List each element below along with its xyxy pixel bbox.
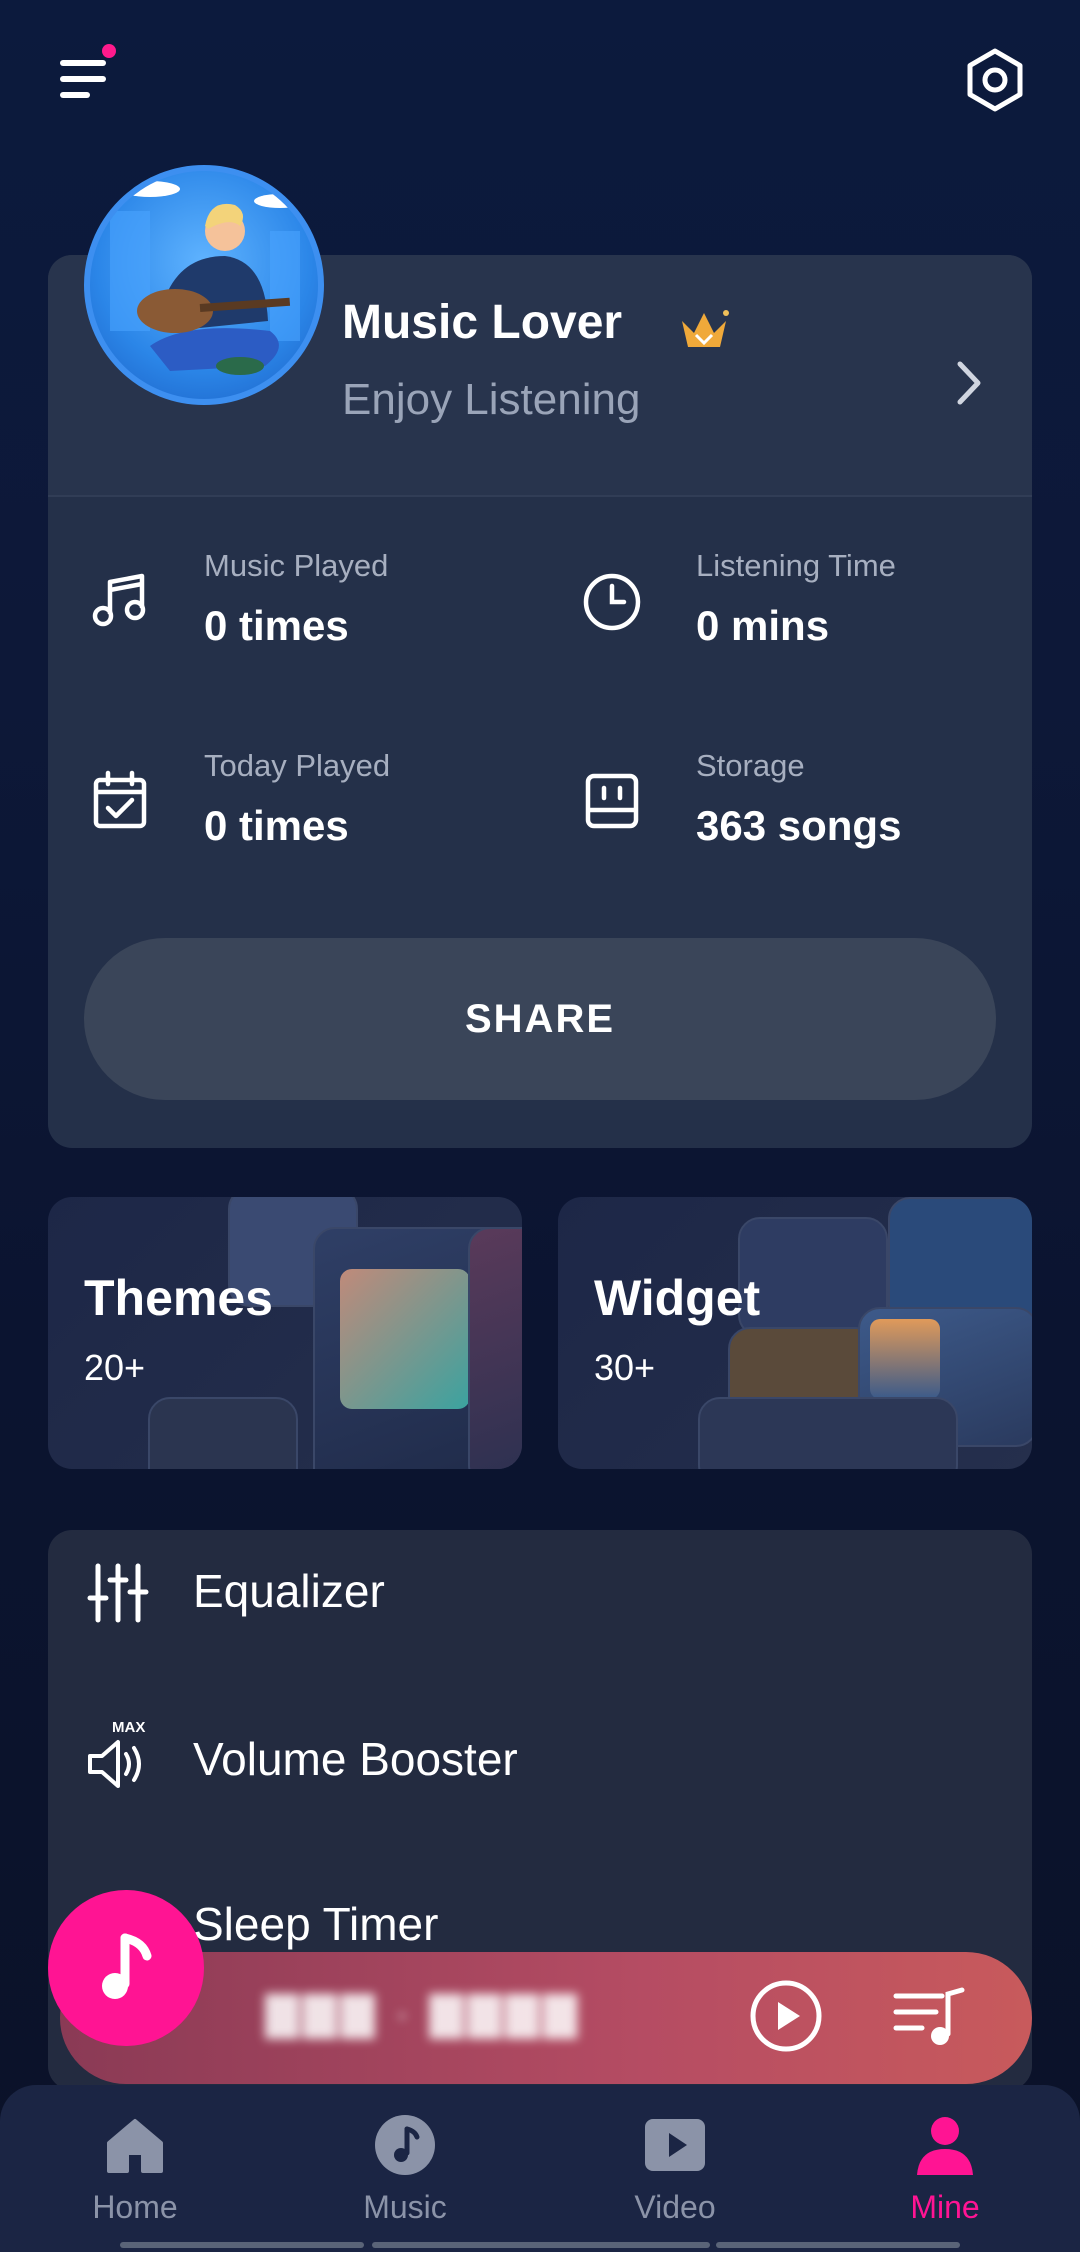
equalizer-icon	[87, 1563, 149, 1623]
stat-label: Listening Time	[696, 548, 896, 583]
stat-value: 0 times	[204, 802, 349, 849]
gesture-bar	[120, 2242, 364, 2248]
nav-label: Video	[634, 2189, 716, 2225]
equalizer-row[interactable]: Equalizer	[48, 1530, 1032, 1660]
stat-listening-time	[580, 568, 644, 637]
menu-icon-line	[60, 76, 106, 82]
volume-booster-row[interactable]: MAX Volume Booster	[48, 1698, 1032, 1828]
stat-storage	[580, 768, 644, 837]
feature-title: Widget	[594, 1270, 761, 1326]
feature-title: Themes	[84, 1270, 273, 1326]
menu-button[interactable]	[50, 40, 120, 110]
widget-card[interactable]: Widget 30+	[558, 1197, 1032, 1469]
stat-label: Storage	[696, 748, 805, 783]
storage-icon	[585, 773, 639, 829]
music-note-icon	[92, 573, 146, 627]
stat-today-played	[88, 768, 152, 837]
play-icon[interactable]	[748, 1978, 824, 2054]
svg-text:MAX: MAX	[112, 1719, 145, 1736]
notification-dot	[102, 44, 116, 58]
stat-value: 0 mins	[696, 602, 830, 649]
nav-label: Mine	[910, 2189, 980, 2225]
widget-preview	[698, 1397, 958, 1469]
feature-count: 20+	[84, 1347, 146, 1388]
person-icon	[917, 2117, 973, 2175]
nav-home[interactable]: Home	[35, 2085, 235, 2252]
gesture-bar	[716, 2242, 960, 2248]
feature-count: 30+	[594, 1347, 656, 1388]
theme-preview	[468, 1227, 522, 1469]
bottom-nav: Home Music Video Mine	[0, 2085, 1080, 2252]
nav-label: Music	[363, 2189, 447, 2225]
stat-label: Today Played	[204, 748, 391, 783]
nav-music[interactable]: Music	[305, 2085, 505, 2252]
stat-value: 0 times	[204, 602, 349, 649]
clock-icon	[583, 573, 641, 631]
stat-label: Music Played	[204, 548, 389, 583]
chevron-right-icon[interactable]	[948, 358, 988, 408]
theme-preview	[148, 1397, 298, 1469]
menu-icon-line	[60, 92, 90, 98]
calendar-check-icon	[93, 770, 147, 829]
stat-value: 363 songs	[696, 802, 902, 849]
share-button[interactable]: SHARE	[84, 938, 996, 1100]
crown-icon	[682, 310, 729, 347]
profile-subtitle: Enjoy Listening	[342, 375, 641, 424]
nav-mine[interactable]: Mine	[845, 2085, 1045, 2252]
now-playing-title[interactable]: ▇▇▇ · ▇▇▇▇	[265, 1988, 585, 2048]
mini-player[interactable]: ▇▇▇ · ▇▇▇▇	[60, 1952, 1032, 2084]
menu-icon	[60, 60, 106, 66]
home-icon	[107, 2119, 163, 2173]
tool-label: Sleep Timer	[193, 1898, 439, 1950]
settings-button[interactable]	[960, 45, 1030, 115]
stat-music-played	[88, 568, 152, 637]
queue-music-icon[interactable]	[892, 1982, 966, 2052]
video-icon	[645, 2119, 705, 2171]
avatar[interactable]	[84, 165, 324, 405]
nav-video[interactable]: Video	[575, 2085, 775, 2252]
volume-booster-icon: MAX	[88, 1719, 145, 1788]
profile-name: Music Lover	[342, 296, 623, 349]
tool-label: Volume Booster	[193, 1733, 518, 1785]
nav-label: Home	[92, 2189, 178, 2225]
tool-label: Equalizer	[193, 1565, 385, 1617]
gesture-bar	[372, 2242, 710, 2248]
themes-card[interactable]: Themes 20+	[48, 1197, 522, 1469]
hexagon-settings-icon	[967, 48, 1023, 112]
music-note-icon	[102, 1933, 152, 1999]
player-fab-button[interactable]	[48, 1890, 204, 2046]
music-disc-icon	[375, 2115, 435, 2175]
